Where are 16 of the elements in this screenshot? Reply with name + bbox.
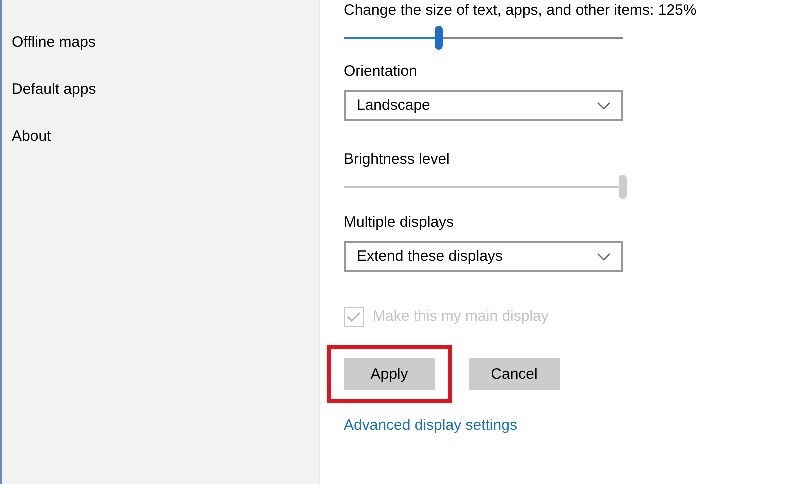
cancel-button[interactable]: Cancel	[469, 358, 560, 390]
chevron-down-icon	[597, 252, 611, 260]
scale-label: Change the size of text, apps, and other items: 125%	[344, 1, 697, 21]
sidebar-item[interactable]: Offline maps	[2, 32, 319, 53]
checkmark-icon	[347, 312, 361, 322]
chevron-down-icon	[597, 102, 611, 110]
apply-button[interactable]: Apply	[344, 358, 435, 390]
multiple-displays-dropdown[interactable]: Extend these displays	[344, 241, 623, 272]
orientation-label: Orientation	[344, 62, 418, 82]
checkbox-label: Make this my main display	[373, 307, 549, 327]
sidebar-item[interactable]: About	[2, 126, 319, 147]
multiple-displays-label: Multiple displays	[344, 213, 454, 233]
brightness-label: Brightness level	[344, 150, 450, 170]
orientation-dropdown[interactable]: Landscape	[344, 90, 623, 121]
sidebar-item[interactable]: Default apps	[2, 79, 319, 100]
advanced-settings-link[interactable]: Advanced display settings	[344, 417, 518, 434]
